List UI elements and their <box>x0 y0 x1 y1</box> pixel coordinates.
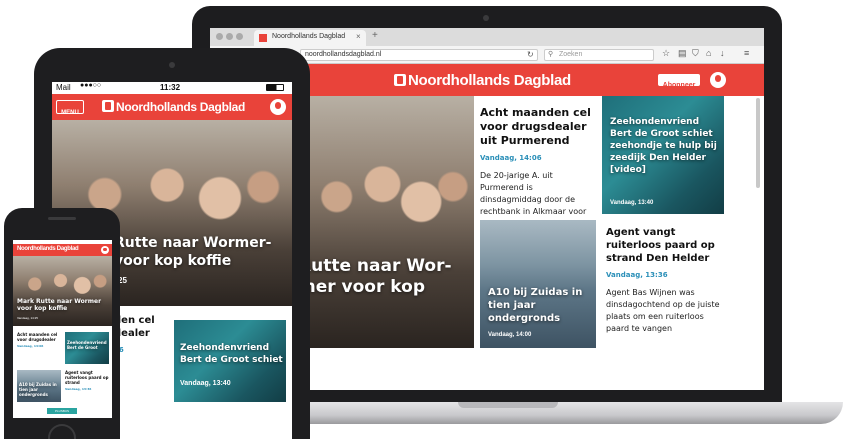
laptop-notch <box>458 402 558 408</box>
signal-icon: ●●●○○ <box>80 82 102 89</box>
user-account-icon[interactable] <box>710 72 726 88</box>
battery-icon <box>266 84 284 91</box>
tab-title: Noordhollands Dagblad <box>272 33 346 40</box>
article-card-2[interactable]: Zeehondenvriend Bert de Groot schiet Van… <box>174 320 286 402</box>
status-time: 11:32 <box>160 83 181 92</box>
window-close-button[interactable] <box>216 33 223 40</box>
article-text: Agent Bas Wijnen was dinsdagochtend op d… <box>606 288 720 333</box>
user-account-icon[interactable] <box>101 246 109 254</box>
article-date: Vandaag, 14:06 <box>480 154 542 162</box>
logo-icon <box>102 100 114 112</box>
article-title: A10 bij Zuidas in tien jaar ondergronds <box>19 382 57 397</box>
reader-icon[interactable]: ▤ <box>678 48 687 59</box>
site-header: MENU Noordhollands Dagblad <box>52 94 292 120</box>
article-date: Vandaag, 13:40 <box>180 380 231 387</box>
article-card-2[interactable]: Zeehondenvriend Bert de Groot <box>65 332 109 364</box>
search-icon: ⚲ <box>548 51 554 58</box>
phone-speaker <box>48 217 76 220</box>
reload-icon[interactable]: ↻ <box>527 50 534 59</box>
phone: Noordhollands Dagblad Mark Rutte naar Wo… <box>4 208 120 439</box>
article-card-4[interactable]: Agent vangt ruiterloos paard op strand V… <box>65 370 109 402</box>
shield-icon[interactable]: ⛉ <box>692 48 699 59</box>
logo-icon <box>394 74 406 86</box>
hero-title: Mark Rutte naar Wormer voor kop koffie <box>17 298 102 312</box>
browser-tabbar: Noordhollands Dagblad × + <box>210 28 764 46</box>
phone-home-button[interactable] <box>48 424 76 439</box>
article-title: Zeehondenvriend Bert de Groot schiet zee… <box>610 117 717 175</box>
user-account-icon[interactable] <box>270 99 286 115</box>
site-logo[interactable]: Noordhollands Dagblad <box>102 100 245 114</box>
url-text: noordhollandsdagblad.nl <box>305 51 382 58</box>
status-bar: Mail ●●●○○ 11:32 <box>52 82 292 94</box>
article-date: Vandaag, 14:06 <box>17 344 44 348</box>
hero-title: Rutte naar Wormer- voor kop koffie <box>114 235 272 269</box>
article-card-1[interactable]: Acht maanden cel voor drugsdealer uit Pu… <box>480 96 596 214</box>
window-minimize-button[interactable] <box>226 33 233 40</box>
favicon-icon <box>259 34 267 42</box>
site-header: Noordhollands Dagblad <box>13 244 112 256</box>
article-card-3[interactable]: A10 bij Zuidas in tien jaar ondergronds … <box>480 220 596 348</box>
home-icon[interactable]: ⌂ <box>706 48 711 58</box>
star-icon[interactable]: ☆ <box>662 48 670 59</box>
article-title: Zeehondenvriend Bert de Groot schiet <box>180 343 283 365</box>
article-card-1[interactable]: Acht maanden cel voor drugsdealer Vandaa… <box>17 332 61 366</box>
site-logo[interactable]: Noordhollands Dagblad <box>394 72 571 89</box>
article-card-1[interactable]: den cel dealer 06 <box>114 314 174 384</box>
article-title: den cel dealer <box>114 315 155 339</box>
menu-icon[interactable]: ≡ <box>744 48 749 58</box>
article-date: 06 <box>114 346 174 354</box>
menu-button[interactable]: MENU <box>56 100 84 116</box>
article-title: Agent vangt ruiterloos paard op strand <box>65 370 109 385</box>
laptop-camera <box>483 15 489 21</box>
site-logo[interactable]: Noordhollands Dagblad <box>17 246 79 252</box>
article-card-3[interactable]: A10 bij Zuidas in tien jaar ondergronds <box>17 370 61 402</box>
plus-button[interactable]: PLUSBUS <box>47 408 77 414</box>
search-input[interactable]: ⚲ Zoeken <box>544 49 654 61</box>
tab-close-icon[interactable]: × <box>356 32 361 41</box>
article-date: Vandaag, 13:36 <box>65 387 92 391</box>
hero-date: Vandaag, 14:25 <box>17 316 38 320</box>
article-title: A10 bij Zuidas in tien jaar ondergronds <box>488 287 583 324</box>
article-title: Acht maanden cel voor drugsdealer <box>17 332 58 342</box>
article-title: Acht maanden cel voor drugsdealer uit Pu… <box>480 106 591 147</box>
article-date: Vandaag, 13:40 <box>610 200 654 206</box>
subscribe-button[interactable]: Abonneer <box>658 74 700 89</box>
page-scrollbar[interactable] <box>756 98 760 188</box>
new-tab-button[interactable]: + <box>372 30 378 41</box>
hero-title: Rutte naar Wor- mer voor kop <box>298 256 452 297</box>
window-zoom-button[interactable] <box>236 33 243 40</box>
article-date: Vandaag, 13:36 <box>606 271 668 279</box>
article-card-4[interactable]: Agent vangt ruiterloos paard op strand D… <box>606 220 724 348</box>
back-to-mail[interactable]: Mail <box>56 83 71 92</box>
article-card-2[interactable]: Zeehondenvriend Bert de Groot schiet zee… <box>602 96 724 214</box>
article-text: De 20-jarige A. uit Purmerend is dinsdag… <box>480 171 587 214</box>
download-icon[interactable]: ↓ <box>720 48 725 58</box>
tablet-camera <box>169 62 175 68</box>
phone-screen: Noordhollands Dagblad Mark Rutte naar Wo… <box>13 240 112 418</box>
browser-tab[interactable]: Noordhollands Dagblad × <box>254 30 366 46</box>
article-date: Vandaag, 14:00 <box>488 332 532 338</box>
search-placeholder: Zoeken <box>559 51 583 58</box>
article-title: Zeehondenvriend Bert de Groot <box>67 340 107 350</box>
article-title: Agent vangt ruiterloos paard op strand D… <box>606 227 715 264</box>
hero-article[interactable]: Rutte naar Wor- mer voor kop <box>298 96 474 348</box>
address-bar[interactable]: noordhollandsdagblad.nl ↻ <box>300 49 538 61</box>
hero-article[interactable]: Mark Rutte naar Wormer voor kop koffie V… <box>13 256 112 326</box>
